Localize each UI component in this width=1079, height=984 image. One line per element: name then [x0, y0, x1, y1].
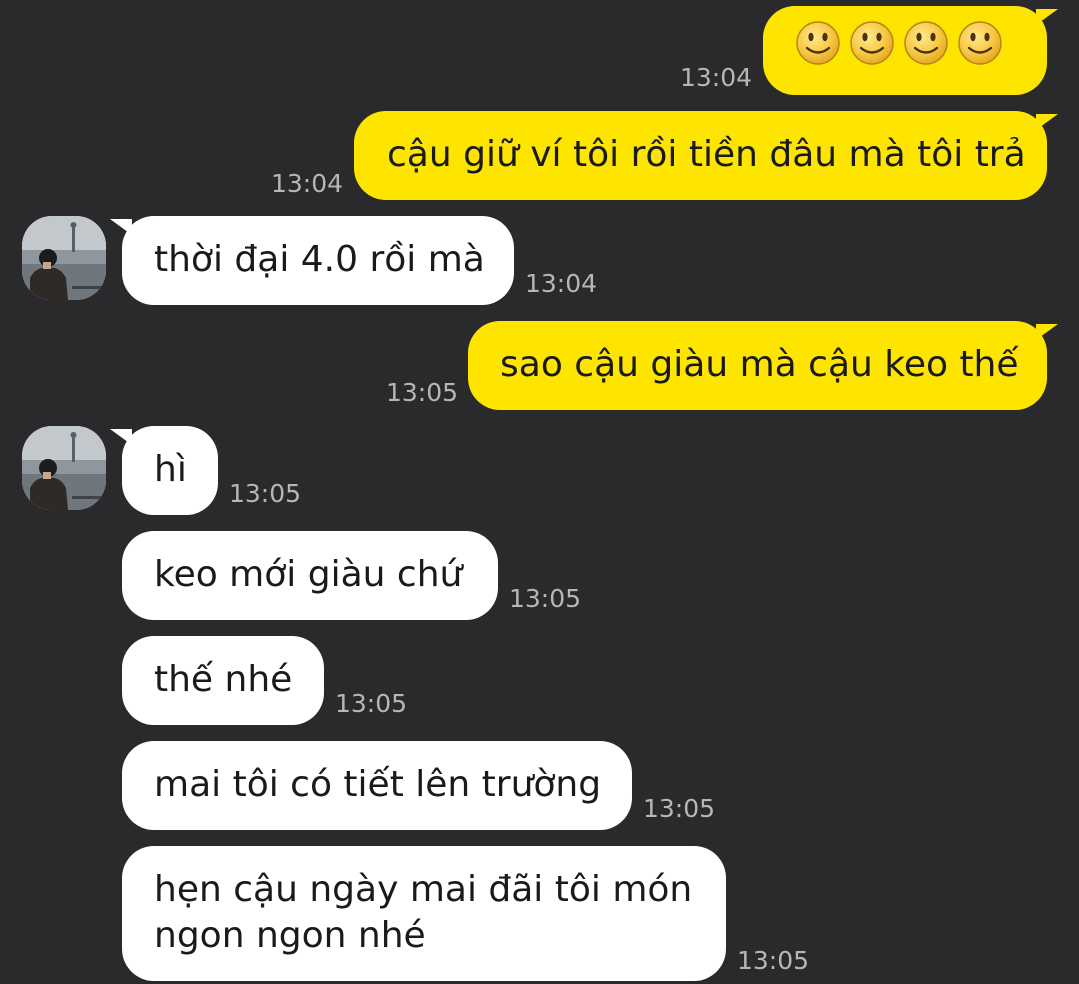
bubble-tail: [1036, 9, 1058, 25]
message-timestamp: 13:05: [643, 794, 716, 823]
contact-avatar[interactable]: [22, 216, 106, 300]
message-timestamp: 13:05: [509, 584, 582, 613]
emoji-row: [795, 20, 1003, 66]
message-text: hì: [154, 449, 187, 490]
contact-avatar[interactable]: [22, 426, 106, 510]
bubble-tail: [1036, 114, 1058, 130]
avatar-image: [22, 216, 106, 300]
message-text: mai tôi có tiết lên trường: [154, 764, 602, 805]
slightly-smiling-face-icon: [957, 20, 1003, 66]
message-text: thế nhé: [154, 659, 293, 700]
message-timestamp: 13:05: [737, 946, 810, 975]
chat-thread[interactable]: 13:04 cậu giữ ví tôi rồi tiền đâu mà tôi…: [0, 0, 1079, 984]
message-bubble-incoming[interactable]: hẹn cậu ngày mai đãi tôi món ngon ngon n…: [122, 846, 726, 981]
slightly-smiling-face-icon: [795, 20, 841, 66]
message-text: keo mới giàu chứ: [154, 554, 463, 595]
bubble-tail: [110, 429, 132, 445]
slightly-smiling-face-icon: [849, 20, 895, 66]
message-timestamp: 13:04: [525, 269, 598, 298]
message-text: hẹn cậu ngày mai đãi tôi món ngon ngon n…: [154, 869, 693, 956]
message-bubble-incoming[interactable]: thế nhé: [122, 636, 324, 725]
message-text: thời đại 4.0 rồi mà: [154, 239, 485, 280]
message-bubble-incoming[interactable]: mai tôi có tiết lên trường: [122, 741, 632, 830]
message-text: cậu giữ ví tôi rồi tiền đâu mà tôi trả: [387, 134, 1026, 175]
message-bubble-incoming[interactable]: hì: [122, 426, 218, 515]
message-timestamp: 13:05: [386, 378, 459, 407]
message-bubble-incoming[interactable]: thời đại 4.0 rồi mà: [122, 216, 514, 305]
message-bubble-outgoing[interactable]: sao cậu giàu mà cậu keo thế: [468, 321, 1047, 410]
bubble-tail: [1036, 324, 1058, 340]
message-timestamp: 13:05: [229, 479, 302, 508]
message-bubble-incoming[interactable]: keo mới giàu chứ: [122, 531, 498, 620]
message-timestamp: 13:04: [271, 169, 344, 198]
avatar-image: [22, 426, 106, 510]
message-bubble-outgoing[interactable]: cậu giữ ví tôi rồi tiền đâu mà tôi trả: [354, 111, 1047, 200]
message-timestamp: 13:05: [335, 689, 408, 718]
message-timestamp: 13:04: [680, 63, 753, 92]
message-text: sao cậu giàu mà cậu keo thế: [500, 344, 1019, 385]
bubble-tail: [110, 219, 132, 235]
slightly-smiling-face-icon: [903, 20, 949, 66]
message-bubble-outgoing[interactable]: [763, 6, 1047, 95]
